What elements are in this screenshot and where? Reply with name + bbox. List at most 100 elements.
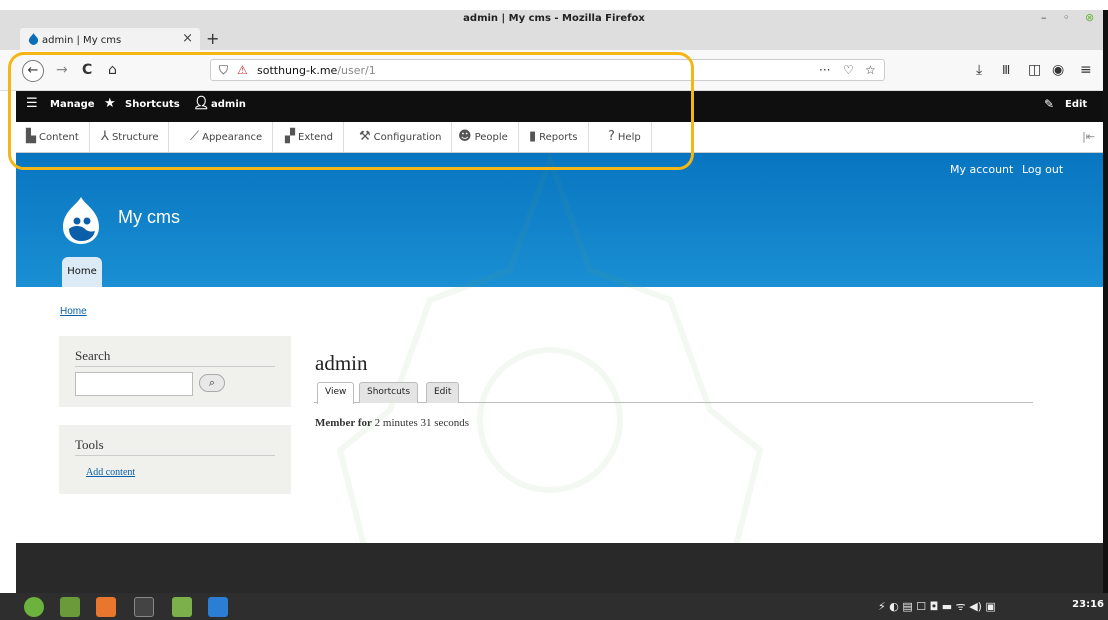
divider <box>75 366 275 367</box>
tray-item-people[interactable]: ☻ People <box>448 122 519 152</box>
orientation-toggle-icon[interactable]: |⇤ <box>1082 130 1095 143</box>
download-icon[interactable]: ⤓ <box>976 60 982 80</box>
my-account-link[interactable]: My account <box>950 163 1013 176</box>
search-button[interactable]: ⌕ <box>199 374 225 392</box>
account-icon[interactable]: ◉ <box>1052 60 1064 80</box>
sidebar-icon[interactable]: ◫ <box>1028 60 1041 80</box>
drupal-favicon-icon <box>28 33 39 45</box>
navigation-bar: ← → C ⌂ ⛉ ⚠ sotthung-k.me/user/1 ··· ♡ ☆… <box>0 50 1108 91</box>
site-name[interactable]: My cms <box>118 207 180 228</box>
configuration-icon: ⚒ <box>359 129 371 144</box>
back-button[interactable]: ← <box>22 60 44 82</box>
home-button[interactable]: ⌂ <box>108 60 117 80</box>
tools-block: Tools Add content <box>59 425 291 494</box>
files-icon[interactable] <box>172 597 192 617</box>
member-label: Member for <box>315 417 372 429</box>
show-desktop-icon[interactable] <box>60 597 80 617</box>
toolbar-edit[interactable]: Edit <box>1065 99 1087 110</box>
url-bar[interactable]: ⛉ ⚠ sotthung-k.me/user/1 ··· ♡ ☆ <box>210 59 885 81</box>
reload-button[interactable]: C <box>82 60 92 80</box>
text-editor-icon[interactable] <box>208 597 228 617</box>
home-tab[interactable]: Home <box>62 257 102 287</box>
tab-view[interactable]: View <box>317 382 355 404</box>
url-path: /user/1 <box>337 64 376 77</box>
forward-button[interactable]: → <box>56 60 68 80</box>
minimize-button[interactable]: – <box>1041 11 1047 24</box>
hamburger-icon: ☰ <box>26 96 38 111</box>
url-text: sotthung-k.me/user/1 <box>257 64 376 77</box>
appearance-icon: ⟋ <box>190 129 200 144</box>
browser-tab[interactable]: admin | My cms × <box>20 28 200 50</box>
clock: 23:16 <box>1072 599 1104 610</box>
search-input[interactable] <box>75 372 193 396</box>
member-info: Member for 2 minutes 31 seconds <box>315 417 469 429</box>
people-icon: ☻ <box>458 129 472 144</box>
tab-close-icon[interactable]: × <box>182 31 193 46</box>
shield-icon: ⛉ <box>219 63 229 77</box>
library-icon[interactable]: Ⅲ <box>1002 60 1010 80</box>
extend-icon: ▞ <box>285 129 295 144</box>
url-host: sotthung-k.me <box>257 64 338 77</box>
tray-item-label: Configuration <box>373 132 442 143</box>
toolbar-user[interactable]: admin <box>211 99 246 110</box>
help-icon: ? <box>608 129 615 144</box>
taskbar: ⚡ ◐ ▤ ☐ ◘ ▬ ᯤ ◀) ▣ 23:16 <box>0 593 1108 620</box>
tray-item-configuration[interactable]: ⚒ Configuration <box>349 122 453 152</box>
user-icon: 👤︎ <box>193 96 210 111</box>
page-tabs: View Shortcuts Edit <box>314 382 1033 404</box>
add-content-link[interactable]: Add content <box>86 467 135 478</box>
tray-item-help[interactable]: ? Help <box>598 122 652 152</box>
tray-item-reports[interactable]: ▮ Reports <box>519 122 589 152</box>
pencil-icon: ✎ <box>1044 97 1055 111</box>
window-edge <box>1103 10 1108 593</box>
tab-bar: admin | My cms × + <box>0 28 1108 50</box>
maximize-button[interactable]: ◦ <box>1063 11 1070 24</box>
tray-item-label: People <box>474 132 508 143</box>
tray-item-label: Appearance <box>202 132 263 143</box>
tray-item-appearance[interactable]: ⟋ Appearance <box>180 122 274 152</box>
menu-icon[interactable]: ≡ <box>1080 60 1092 80</box>
toolbar-shortcuts[interactable]: Shortcuts <box>125 99 180 110</box>
tab-label: admin | My cms <box>42 35 122 46</box>
tray-item-label: Content <box>39 132 79 143</box>
admin-tray: ▙ Content ⅄ Structure ⟋ Appearance ▞ Extend … <box>16 122 1103 153</box>
mint-menu-icon[interactable] <box>24 597 44 617</box>
member-value: 2 minutes 31 seconds <box>374 417 470 429</box>
site-header: My account Log out My cms Home <box>16 153 1103 287</box>
divider <box>75 455 275 456</box>
search-block: Search ⌕ <box>59 336 291 407</box>
breadcrumb[interactable]: Home <box>60 306 87 317</box>
site-footer <box>16 543 1103 593</box>
toolbar-manage[interactable]: Manage <box>50 99 95 110</box>
pocket-icon[interactable]: ♡ <box>843 63 854 77</box>
tray-item-label: Extend <box>298 132 333 143</box>
tray-item-label: Structure <box>111 132 159 143</box>
terminal-icon[interactable] <box>134 597 154 617</box>
tab-edit[interactable]: Edit <box>426 382 460 403</box>
page-title: admin <box>315 351 368 375</box>
admin-toolbar: ☰ Manage ★ Shortcuts 👤︎ admin ✎ Edit <box>16 91 1103 122</box>
tray-item-extend[interactable]: ▞ Extend <box>275 122 344 152</box>
star-icon: ★ <box>104 96 116 111</box>
insecure-lock-icon: ⚠ <box>237 63 248 77</box>
window-titlebar: admin | My cms - Mozilla Firefox – ◦ ⊗ <box>0 10 1108 28</box>
tab-shortcuts[interactable]: Shortcuts <box>359 382 419 403</box>
drupal-logo-icon[interactable] <box>61 195 101 245</box>
firefox-icon[interactable] <box>96 597 116 617</box>
logout-link[interactable]: Log out <box>1022 163 1063 176</box>
tray-item-label: Reports <box>539 132 578 143</box>
reports-icon: ▮ <box>529 129 537 144</box>
tray-item-label: Help <box>617 132 641 143</box>
tools-block-title: Tools <box>75 437 104 452</box>
window-title: admin | My cms - Mozilla Firefox <box>463 13 645 24</box>
structure-icon: ⅄ <box>101 129 109 144</box>
page-actions-icon[interactable]: ··· <box>819 63 830 77</box>
tray-item-content[interactable]: ▙ Content <box>16 122 90 152</box>
close-window-button[interactable]: ⊗ <box>1085 11 1094 24</box>
new-tab-button[interactable]: + <box>206 29 219 48</box>
system-tray[interactable]: ⚡ ◐ ▤ ☐ ◘ ▬ ᯤ ◀) ▣ <box>878 599 996 614</box>
search-block-title: Search <box>75 348 111 363</box>
tray-item-structure[interactable]: ⅄ Structure <box>91 122 170 152</box>
bookmark-star-icon[interactable]: ☆ <box>865 63 876 77</box>
content-icon: ▙ <box>26 129 36 144</box>
